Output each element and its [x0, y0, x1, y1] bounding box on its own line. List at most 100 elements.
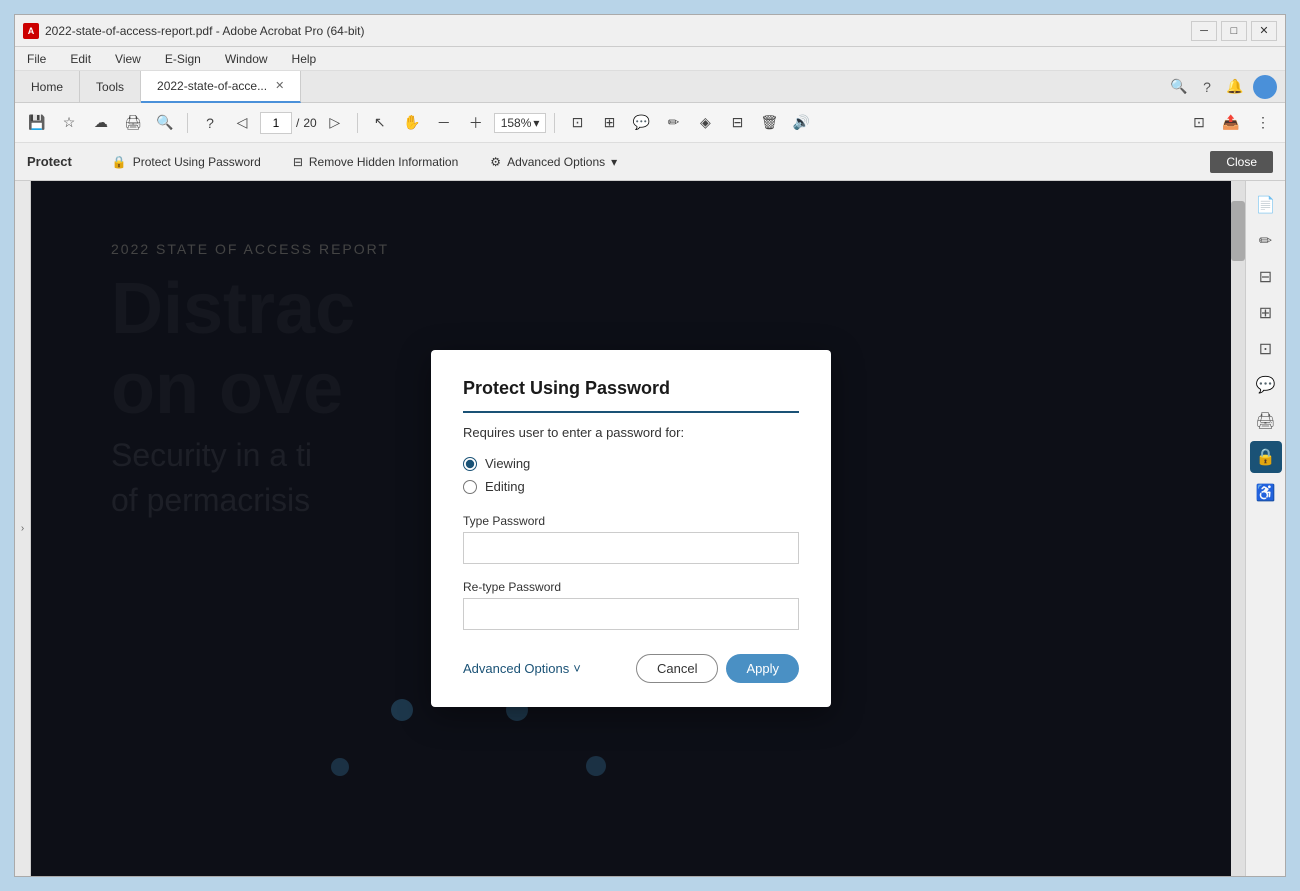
sidebar-icon-edit[interactable]: ✏: [1250, 225, 1282, 257]
modal-overlay: Protect Using Password Requires user to …: [31, 181, 1231, 876]
document-area: 2022 STATE OF ACCESS REPORT Distrac on o…: [31, 181, 1231, 876]
toolbar: 💾 ☆ ☁ 🖨 🔍 ? ◁ / 20 ▷ ↖ ✋ － ＋ 158% ▾ ⊡ ⊞ …: [15, 103, 1285, 143]
audio-tool[interactable]: 🔊: [787, 109, 815, 137]
tab-bar-actions: 🔍 ? 🔔: [1169, 75, 1285, 99]
tab-tools[interactable]: Tools: [80, 71, 141, 103]
comment-tool[interactable]: 💬: [627, 109, 655, 137]
notification-icon[interactable]: 🔔: [1225, 77, 1245, 97]
window-title: 2022-state-of-access-report.pdf - Adobe …: [45, 24, 1191, 38]
modal-title: Protect Using Password: [463, 378, 799, 413]
back-button[interactable]: ◁: [228, 109, 256, 137]
left-panel-toggle[interactable]: ›: [15, 181, 31, 876]
toolbar-right: ⊡ 📤 ⋮: [1185, 109, 1277, 137]
password-type-group: Viewing Editing: [463, 456, 799, 494]
cancel-button[interactable]: Cancel: [636, 654, 718, 683]
zoom-in-button[interactable]: ＋: [462, 109, 490, 137]
type-password-group: Type Password: [463, 514, 799, 564]
advanced-options-bar-label: Advanced Options: [507, 155, 605, 169]
app-icon: A: [23, 23, 39, 39]
menu-esign[interactable]: E-Sign: [161, 50, 205, 68]
protect-bar: Protect 🔒 Protect Using Password ⊟ Remov…: [15, 143, 1285, 181]
menu-file[interactable]: File: [23, 50, 50, 68]
help-button[interactable]: ?: [196, 109, 224, 137]
bookmark-button[interactable]: ☆: [55, 109, 83, 137]
tab-home[interactable]: Home: [15, 71, 80, 103]
protect-password-label: Protect Using Password: [133, 155, 261, 169]
menu-window[interactable]: Window: [221, 50, 272, 68]
pen-tool[interactable]: ✏: [659, 109, 687, 137]
advanced-options-bar-action[interactable]: ⚙ Advanced Options ▾: [482, 151, 625, 173]
type-password-input[interactable]: [463, 532, 799, 564]
editing-option[interactable]: Editing: [463, 479, 799, 494]
tab-bar: Home Tools 2022-state-of-acce... ✕ 🔍 ? 🔔: [15, 71, 1285, 103]
separator-3: [554, 113, 555, 133]
vertical-scrollbar[interactable]: [1231, 181, 1245, 876]
sidebar-icon-fill[interactable]: ⊡: [1250, 333, 1282, 365]
window-controls: ─ □ ✕: [1191, 21, 1277, 41]
cursor-tool[interactable]: ↖: [366, 109, 394, 137]
viewing-radio[interactable]: [463, 457, 477, 471]
modal-description: Requires user to enter a password for:: [463, 425, 799, 440]
scrollbar-thumb[interactable]: [1231, 201, 1245, 261]
menu-bar: File Edit View E-Sign Window Help: [15, 47, 1285, 71]
sidebar-icon-comment[interactable]: 💬: [1250, 369, 1282, 401]
search-button[interactable]: 🔍: [151, 109, 179, 137]
title-bar: A 2022-state-of-access-report.pdf - Adob…: [15, 15, 1285, 47]
sidebar-icon-export[interactable]: 📄: [1250, 189, 1282, 221]
type-password-label: Type Password: [463, 514, 799, 528]
advanced-options-button[interactable]: Advanced Options ˅: [463, 661, 581, 676]
zoom-out-button[interactable]: －: [430, 109, 458, 137]
select-tool[interactable]: ⊡: [563, 109, 591, 137]
help-tab-icon[interactable]: ?: [1197, 77, 1217, 97]
cloud-button[interactable]: ☁: [87, 109, 115, 137]
share-icon[interactable]: 📤: [1217, 109, 1245, 137]
minimize-button[interactable]: ─: [1191, 21, 1217, 41]
hand-tool[interactable]: ✋: [398, 109, 426, 137]
sidebar-icon-protect[interactable]: 🔒: [1250, 441, 1282, 473]
scan-icon[interactable]: ⊡: [1185, 109, 1213, 137]
sidebar-icon-print[interactable]: 🖨: [1250, 405, 1282, 437]
delete-tool[interactable]: 🗑: [755, 109, 783, 137]
editing-radio[interactable]: [463, 480, 477, 494]
close-button[interactable]: ✕: [1251, 21, 1277, 41]
menu-edit[interactable]: Edit: [66, 50, 95, 68]
stamp-tool[interactable]: ⊟: [723, 109, 751, 137]
highlight-tool[interactable]: ◈: [691, 109, 719, 137]
more-icon[interactable]: ⋮: [1249, 109, 1277, 137]
tab-close-icon[interactable]: ✕: [275, 79, 284, 92]
right-sidebar: 📄 ✏ ⊟ ⊞ ⊡ 💬 🖨 🔒 ♿: [1245, 181, 1285, 876]
remove-hidden-action[interactable]: ⊟ Remove Hidden Information: [285, 151, 466, 173]
protect-close-button[interactable]: Close: [1210, 151, 1273, 173]
forward-button[interactable]: ▷: [321, 109, 349, 137]
protect-password-action[interactable]: 🔒 Protect Using Password: [104, 151, 269, 173]
save-button[interactable]: 💾: [23, 109, 51, 137]
zoom-selector[interactable]: 158% ▾: [494, 113, 547, 133]
apply-button[interactable]: Apply: [726, 654, 799, 683]
sidebar-icon-compare[interactable]: ⊞: [1250, 297, 1282, 329]
page-total: 20: [303, 116, 316, 130]
viewing-label: Viewing: [485, 456, 530, 471]
menu-help[interactable]: Help: [288, 50, 321, 68]
user-avatar[interactable]: [1253, 75, 1277, 99]
menu-view[interactable]: View: [111, 50, 145, 68]
marquee-tool[interactable]: ⊞: [595, 109, 623, 137]
editing-label: Editing: [485, 479, 525, 494]
protect-password-dialog: Protect Using Password Requires user to …: [431, 350, 831, 707]
advanced-options-label: Advanced Options: [463, 661, 569, 676]
main-area: › 2022 STATE OF ACCESS REPORT Distrac on…: [15, 181, 1285, 876]
separator-1: [187, 113, 188, 133]
page-input[interactable]: [260, 112, 292, 134]
viewing-option[interactable]: Viewing: [463, 456, 799, 471]
print-button[interactable]: 🖨: [119, 109, 147, 137]
maximize-button[interactable]: □: [1221, 21, 1247, 41]
tab-document[interactable]: 2022-state-of-acce... ✕: [141, 71, 301, 103]
page-controls: / 20: [260, 112, 317, 134]
separator-2: [357, 113, 358, 133]
sidebar-icon-accessibility[interactable]: ♿: [1250, 477, 1282, 509]
main-window: A 2022-state-of-access-report.pdf - Adob…: [14, 14, 1286, 877]
modal-footer: Advanced Options ˅ Cancel Apply: [463, 654, 799, 683]
retype-password-input[interactable]: [463, 598, 799, 630]
sidebar-icon-organize[interactable]: ⊟: [1250, 261, 1282, 293]
search-tab-icon[interactable]: 🔍: [1169, 77, 1189, 97]
advanced-options-chevron: ˅: [573, 661, 581, 676]
